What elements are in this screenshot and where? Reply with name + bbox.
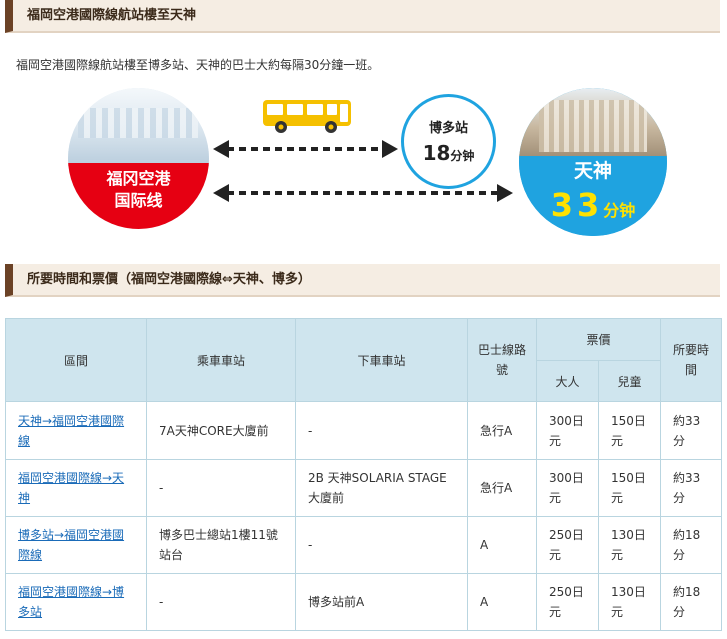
airport-label-line1: 福冈空港 <box>106 169 171 188</box>
header-adult: 大人 <box>536 360 599 402</box>
section-link[interactable]: 博多站→福岡空港國際線 <box>18 528 124 562</box>
section-title-time-and-fare: 所要時間和票價（福岡空港國際線⇔天神、博多） <box>5 264 720 297</box>
tenjin-photo <box>519 88 667 160</box>
alight-cell: 博多站前A <box>295 573 468 631</box>
airport-circle: 福冈空港 国际线 <box>68 88 209 229</box>
adult-fare-cell: 250日元 <box>536 516 599 574</box>
header-child: 兒童 <box>597 360 662 402</box>
header-alight: 下車車站 <box>295 318 468 402</box>
header-route: 巴士線路號 <box>467 318 537 402</box>
header-time: 所要時間 <box>660 318 723 402</box>
airport-photo <box>68 88 209 166</box>
alight-cell: - <box>295 401 468 460</box>
table-row: 天神→福岡空港國際線 7A天神CORE大廈前 - 急行A 300日元 150日元… <box>5 401 723 460</box>
tenjin-time: 33分钟 <box>550 186 636 224</box>
table-row: 福岡空港國際線→博多站 - 博多站前A A 250日元 130日元 約18分 <box>5 573 723 631</box>
bus-icon <box>263 100 351 133</box>
time-cell: 約33分 <box>660 459 723 517</box>
board-cell: - <box>146 573 296 631</box>
child-fare-cell: 150日元 <box>597 459 662 517</box>
section-link[interactable]: 福岡空港國際線→博多站 <box>18 585 124 619</box>
tenjin-circle: 天神 33分钟 <box>519 88 667 236</box>
route-cell: 急行A <box>467 401 537 460</box>
header-fare: 票價 <box>535 318 662 361</box>
tenjin-name: 天神 <box>573 160 612 182</box>
route-cell: 急行A <box>467 459 537 517</box>
airport-label-line2: 国际线 <box>114 191 163 210</box>
header-section: 區間 <box>5 318 147 402</box>
time-cell: 約18分 <box>660 516 723 574</box>
section-title-airport-to-tenjin: 福岡空港國際線航站樓至天神 <box>5 0 720 33</box>
header-board: 乘車車站 <box>146 318 296 402</box>
adult-fare-cell: 300日元 <box>536 401 599 460</box>
adult-fare-cell: 300日元 <box>536 459 599 517</box>
board-cell: 7A天神CORE大廈前 <box>146 401 296 460</box>
arrow-airport-hakata <box>213 140 398 158</box>
table-row: 福岡空港國際線→天神 - 2B 天神SOLARIA STAGE大廈前 急行A 3… <box>5 459 723 517</box>
route-cell: A <box>467 573 537 631</box>
hakata-name: 博多站 <box>428 121 468 136</box>
alight-cell: 2B 天神SOLARIA STAGE大廈前 <box>295 459 468 517</box>
table-row: 博多站→福岡空港國際線 博多巴士總站1樓11號站台 - A 250日元 130日… <box>5 516 723 574</box>
time-cell: 約33分 <box>660 401 723 460</box>
alight-cell: - <box>295 516 468 574</box>
fare-table: 區間 乘車車站 下車車站 巴士線路號 票價 所要時間 大人 兒童 天神→福岡空港… <box>5 318 723 631</box>
child-fare-cell: 130日元 <box>597 573 662 631</box>
hakata-circle: 博多站 18分钟 <box>401 94 496 189</box>
arrow-airport-tenjin <box>213 184 513 202</box>
board-cell: - <box>146 459 296 517</box>
section-link[interactable]: 福岡空港國際線→天神 <box>18 471 124 505</box>
board-cell: 博多巴士總站1樓11號站台 <box>146 516 296 574</box>
section-link[interactable]: 天神→福岡空港國際線 <box>18 414 124 448</box>
route-cell: A <box>467 516 537 574</box>
child-fare-cell: 130日元 <box>597 516 662 574</box>
time-cell: 約18分 <box>660 573 723 631</box>
intro-text: 福岡空港國際線航站樓至博多站、天神的巴士大約每隔30分鐘一班。 <box>16 58 380 72</box>
child-fare-cell: 150日元 <box>597 401 662 460</box>
hakata-time: 18分钟 <box>422 141 475 165</box>
adult-fare-cell: 250日元 <box>536 573 599 631</box>
